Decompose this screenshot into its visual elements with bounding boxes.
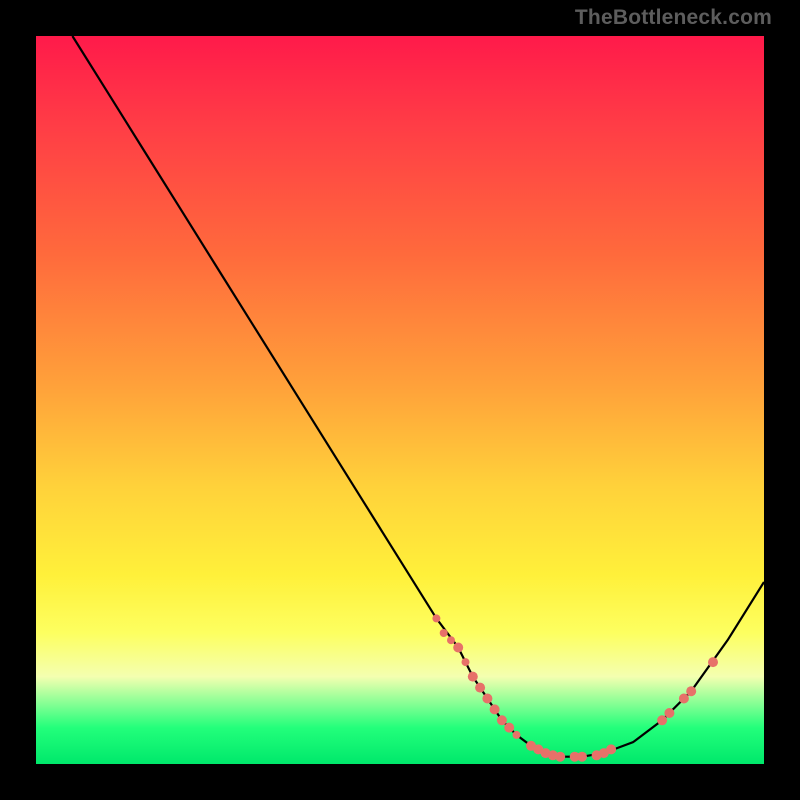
- data-marker: [462, 658, 470, 666]
- data-marker: [577, 752, 587, 762]
- bottleneck-curve: [72, 36, 764, 757]
- data-marker: [708, 657, 718, 667]
- chart-frame: TheBottleneck.com: [0, 0, 800, 800]
- data-marker: [440, 629, 448, 637]
- marker-group: [432, 614, 718, 761]
- data-marker: [490, 704, 500, 714]
- data-marker: [657, 715, 667, 725]
- data-marker: [453, 643, 463, 653]
- data-marker: [555, 752, 565, 762]
- data-marker: [482, 694, 492, 704]
- data-marker: [432, 614, 440, 622]
- data-marker: [664, 708, 674, 718]
- data-marker: [504, 723, 514, 733]
- data-marker: [513, 731, 521, 739]
- data-marker: [447, 636, 455, 644]
- plot-area: [36, 36, 764, 764]
- data-marker: [679, 694, 689, 704]
- data-marker: [475, 683, 485, 693]
- data-marker: [468, 672, 478, 682]
- data-marker: [497, 715, 507, 725]
- curve-svg: [36, 36, 764, 764]
- watermark-label: TheBottleneck.com: [575, 6, 772, 30]
- data-marker: [606, 744, 616, 754]
- data-marker: [686, 686, 696, 696]
